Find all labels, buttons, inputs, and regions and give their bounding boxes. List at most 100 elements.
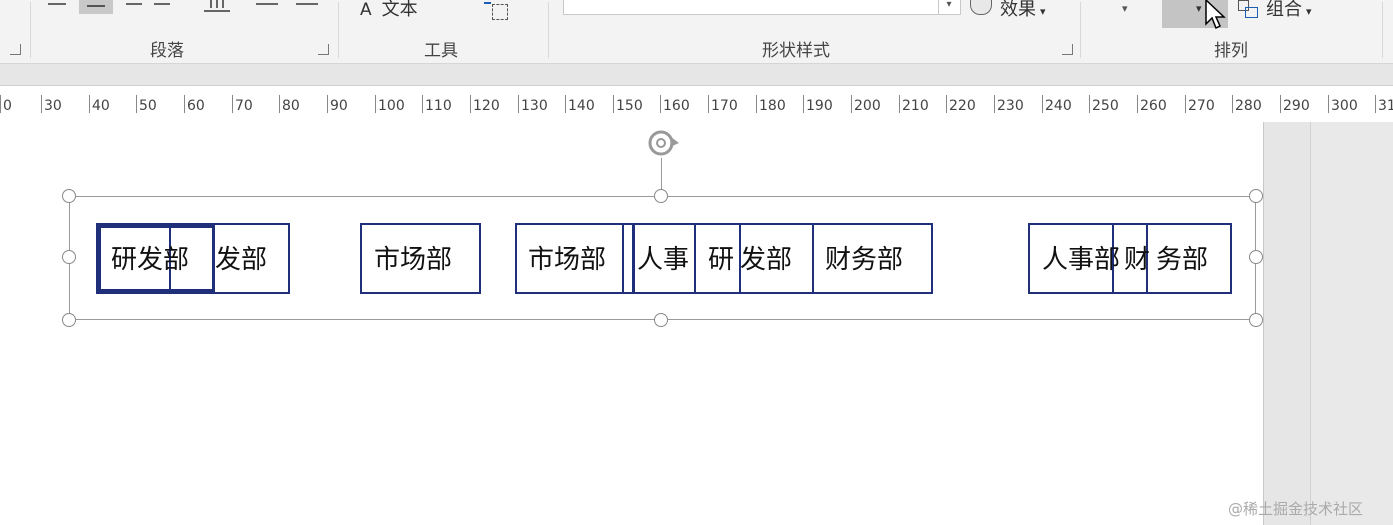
group-button[interactable]: 组合 ▾: [1266, 0, 1312, 21]
ruler-label: 250: [1092, 98, 1119, 114]
side-panel: [1310, 122, 1393, 525]
ruler-label: 260: [1140, 98, 1167, 114]
ruler-label: 300: [1331, 98, 1358, 114]
ruler-tick: [565, 95, 566, 113]
ruler-label: 180: [759, 98, 786, 114]
ruler-label: 220: [949, 98, 976, 114]
ruler-tick: [1089, 95, 1090, 113]
resize-handle-bottom-right[interactable]: [1249, 313, 1263, 327]
text-tool-icon: A: [360, 0, 372, 20]
ruler-tick: [470, 95, 471, 113]
drawing-page[interactable]: [0, 122, 1264, 525]
ruler-label: 160: [663, 98, 690, 114]
ruler-label: 290: [1283, 98, 1310, 114]
ribbon-gap: [0, 64, 1393, 85]
rotate-connector-line: [661, 158, 662, 190]
shape-text: 务部: [1156, 245, 1209, 275]
align-left-icon[interactable]: [48, 0, 66, 10]
ruler-tick: [946, 95, 947, 113]
ribbon: 段落 A 文本 工具 ▾ 效果 ▾ 形状样式 ▾ ▾ 组合 ▾ 排列: [0, 0, 1393, 64]
ruler-tick: [136, 95, 137, 113]
justify-icon[interactable]: [154, 0, 170, 10]
shape-style-gallery[interactable]: [563, 0, 961, 15]
group-icon[interactable]: [1238, 0, 1258, 18]
ruler-tick: [1042, 95, 1043, 113]
resize-handle-bottom-center[interactable]: [654, 313, 668, 327]
outdent-icon[interactable]: [296, 0, 318, 10]
ribbon-separator: [1080, 2, 1081, 58]
ruler-tick: [0, 95, 1, 113]
ruler-tick: [279, 95, 280, 113]
shape-text: 发部: [215, 245, 268, 275]
ruler-label: 190: [806, 98, 833, 114]
resize-handle-top-left[interactable]: [62, 189, 76, 203]
align-right-icon[interactable]: [126, 0, 142, 10]
ruler-label: 110: [425, 98, 452, 114]
ruler-tick: [899, 95, 900, 113]
ruler-label: 150: [616, 98, 643, 114]
ruler-tick: [1137, 95, 1138, 113]
ruler-label: 0: [3, 98, 12, 114]
paragraph-dialog-launcher-icon[interactable]: [318, 44, 329, 55]
ruler-tick: [1375, 95, 1376, 113]
shape-text: 财务部: [825, 245, 904, 275]
ruler-label: 70: [235, 98, 253, 114]
ruler-tick: [756, 95, 757, 113]
chevron-down-icon: ▾: [1040, 5, 1046, 18]
shape-text: 研发部: [111, 245, 190, 275]
paragraph-group-label: 段落: [150, 41, 184, 61]
ruler-label: 210: [902, 98, 929, 114]
ribbon-separator: [1382, 2, 1383, 58]
resize-handle-middle-right[interactable]: [1249, 250, 1263, 264]
ruler-tick: [851, 95, 852, 113]
ribbon-separator: [338, 2, 339, 58]
connection-point-icon[interactable]: [484, 0, 510, 22]
resize-handle-middle-left[interactable]: [62, 250, 76, 264]
mouse-cursor-icon: [1205, 0, 1226, 30]
shape-text: 市场部: [528, 245, 607, 275]
ruler-tick: [803, 95, 804, 113]
ruler-tick: [89, 95, 90, 113]
ruler-tick: [1328, 95, 1329, 113]
resize-handle-top-center[interactable]: [654, 189, 668, 203]
resize-handle-bottom-left[interactable]: [62, 313, 76, 327]
group-label: 组合: [1266, 0, 1302, 20]
rotate-handle-icon[interactable]: [643, 126, 683, 160]
indent-icon[interactable]: [256, 0, 278, 10]
effects-button[interactable]: 效果 ▾: [1000, 0, 1046, 21]
columns-icon[interactable]: [204, 0, 230, 12]
ruler-tick: [708, 95, 709, 113]
ruler-tick: [41, 95, 42, 113]
ruler-label: 100: [378, 98, 405, 114]
ruler-label: 60: [187, 98, 205, 114]
ruler-label: 40: [92, 98, 110, 114]
shape-text: 人事部: [1042, 245, 1121, 275]
effects-icon[interactable]: [970, 0, 992, 15]
chevron-down-icon: ▾: [1196, 2, 1202, 15]
ruler-label: 31: [1378, 98, 1393, 114]
chevron-down-icon: ▾: [1306, 5, 1312, 18]
shape-styles-group-label: 形状样式: [762, 41, 830, 61]
ruler-tick: [518, 95, 519, 113]
style-gallery-dropdown[interactable]: ▾: [938, 0, 959, 14]
chevron-down-icon[interactable]: ▾: [1122, 2, 1128, 15]
ruler-tick: [994, 95, 995, 113]
ruler-label: 270: [1188, 98, 1215, 114]
ruler-label: 120: [473, 98, 500, 114]
ruler-tick: [613, 95, 614, 113]
shape-text: 市场部: [374, 245, 453, 275]
text-tool-label: 文本: [381, 0, 418, 20]
text-tool-button[interactable]: A 文本: [360, 0, 418, 21]
ruler-tick: [660, 95, 661, 113]
ruler-tick: [422, 95, 423, 113]
ruler-tick: [1280, 95, 1281, 113]
resize-handle-top-right[interactable]: [1249, 189, 1263, 203]
ruler-tick: [375, 95, 376, 113]
tools-group-label: 工具: [424, 41, 458, 61]
watermark: @稀土掘金技术社区: [1228, 500, 1364, 518]
shape-styles-dialog-launcher-icon[interactable]: [1062, 44, 1073, 55]
ruler-label: 130: [521, 98, 548, 114]
font-dialog-launcher-icon[interactable]: [10, 44, 21, 55]
align-center-button[interactable]: [79, 0, 113, 14]
horizontal-ruler[interactable]: 0 30 40 50 60 70 80 90 100 110 120 130 140 150 160 170 1…: [0, 85, 1393, 124]
